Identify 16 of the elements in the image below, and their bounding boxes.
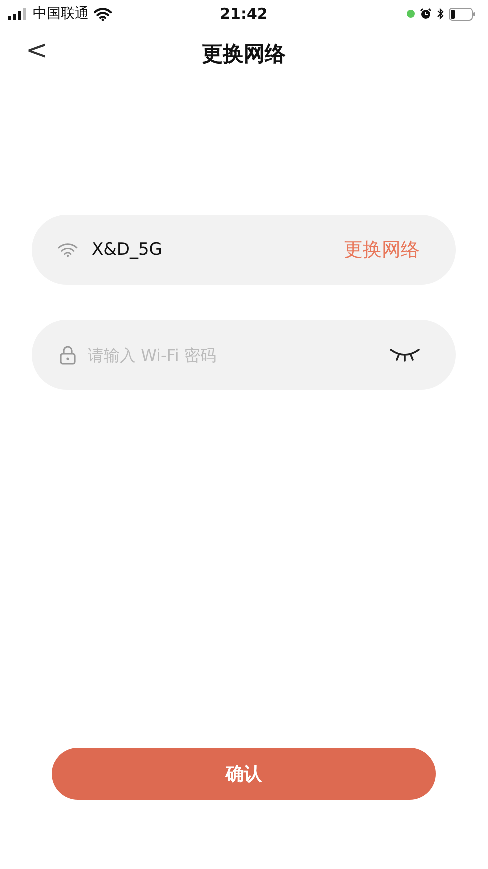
carrier-name: 中国联通 [33,5,89,23]
closed-eye-icon[interactable] [390,348,420,362]
back-button[interactable]: < [22,36,52,66]
battery-icon [449,8,476,20]
alarm-icon [420,8,432,20]
bluetooth-icon [437,8,444,20]
page-title: 更换网络 [202,41,286,68]
status-time: 21:42 [220,5,268,23]
dot-icon [407,10,415,18]
signal-icon [8,8,28,20]
wifi-icon [94,8,112,20]
network-name: X&D_5G [92,240,164,260]
lock-icon [60,345,76,365]
wifi-icon [58,243,78,257]
change-network-link[interactable]: 更换网络 [344,237,420,263]
confirm-button[interactable]: 确认 [52,748,436,800]
